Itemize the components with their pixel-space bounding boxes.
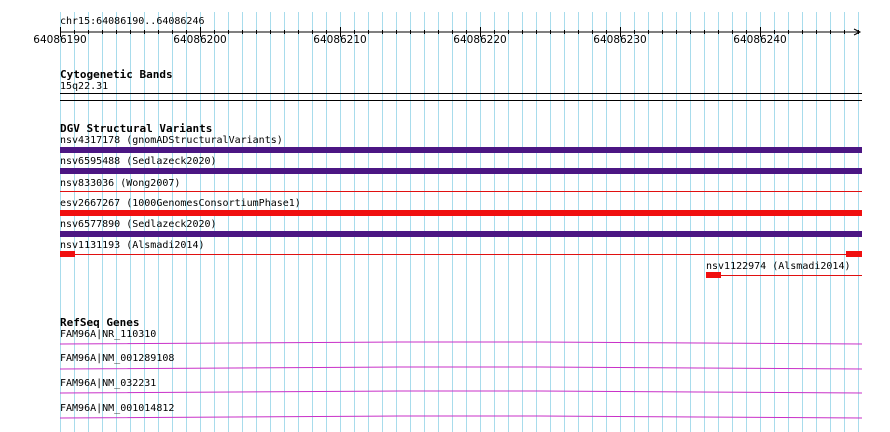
variant-feature-block[interactable] — [706, 272, 721, 278]
variant-label[interactable]: nsv833036 (Wong2007) — [60, 178, 180, 190]
variant-feature-line[interactable] — [706, 275, 862, 276]
ruler-tick-label: 64086230 — [593, 34, 647, 46]
cytoband-track-title: Cytogenetic Bands — [60, 68, 173, 81]
gene-intron-line[interactable] — [60, 338, 862, 350]
ruler-tick-label: 64086210 — [313, 34, 367, 46]
variant-feature[interactable] — [60, 191, 862, 192]
ruler-tick-label: 64086200 — [173, 34, 227, 46]
dgv-track-title: DGV Structural Variants — [60, 122, 213, 135]
variant-label[interactable]: nsv1122974 (Alsmadi2014) — [706, 261, 851, 273]
variant-label[interactable]: nsv4317178 (gnomADStructuralVariants) — [60, 135, 283, 147]
variant-feature[interactable] — [60, 147, 862, 153]
variant-label[interactable]: nsv1131193 (Alsmadi2014) — [60, 240, 205, 252]
ruler-tick-label: 64086220 — [453, 34, 507, 46]
cytoband-label: 15q22.31 — [60, 81, 109, 92]
variant-label[interactable]: esv2667267 (1000GenomesConsortiumPhase1) — [60, 198, 301, 210]
variant-feature[interactable] — [60, 168, 862, 174]
variant-label[interactable]: nsv6577890 (Sedlazeck2020) — [60, 219, 217, 231]
ruler-tick-label: 64086240 — [733, 34, 787, 46]
ruler-tick-label: 64086190 — [33, 34, 87, 46]
variant-feature-block[interactable] — [846, 251, 862, 257]
variant-feature-line[interactable] — [60, 254, 862, 255]
cytoband-line-top — [60, 93, 862, 94]
variant-feature-block[interactable] — [60, 251, 75, 257]
gene-intron-line[interactable] — [60, 362, 862, 374]
genome-browser-view: chr15:64086190..64086246 64086190 640862… — [0, 0, 890, 432]
refseq-track-title: RefSeq Genes — [60, 316, 140, 329]
gene-intron-line[interactable] — [60, 412, 862, 424]
variant-feature[interactable] — [60, 210, 862, 216]
gene-intron-line[interactable] — [60, 387, 862, 399]
variant-label[interactable]: nsv6595488 (Sedlazeck2020) — [60, 156, 217, 168]
cytoband-line-bottom — [60, 100, 862, 101]
variant-feature[interactable] — [60, 231, 862, 237]
